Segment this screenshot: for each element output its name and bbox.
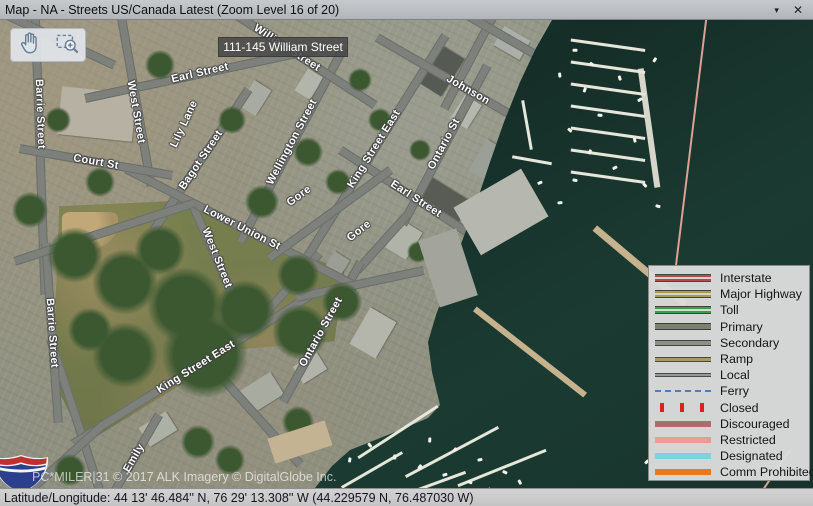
street-label: Gore [285,183,314,209]
legend-label: Ferry [720,384,749,398]
window-title: Map - NA - Streets US/Canada Latest (Zoo… [0,3,339,17]
tree-cluster [325,169,351,195]
tree-cluster [218,106,246,134]
legend-label: Restricted [720,433,776,447]
legend-label: Discouraged [720,417,790,431]
marquee-zoom-icon [54,30,80,61]
legend-swatch-ramp [655,357,711,362]
legend-swatch-solid [655,469,711,475]
legend-swatch-interstate [655,274,711,282]
boat [597,114,602,117]
legend-swatch-local [655,373,711,377]
map-canvas[interactable]: Barrie StreetWest StreetEarl StreetLily … [0,20,813,488]
tree-cluster [181,425,215,459]
legend-swatch-solid [655,421,711,427]
legend-swatch-primary [655,323,711,330]
hand-icon [17,30,43,61]
legend-item: Major Highway [649,286,809,302]
legend-swatch-toll [655,306,711,314]
address-tooltip: 111-145 William Street [218,37,348,57]
title-bar: Map - NA - Streets US/Canada Latest (Zoo… [0,0,813,20]
tree-cluster [163,313,248,398]
legend-swatch-major [655,290,711,298]
legend-swatch-closed [655,403,711,412]
status-bar: Latitude/Longitude: 44 13' 46.484'' N, 7… [0,488,813,506]
tree-cluster [68,308,112,352]
tree-cluster [273,305,328,360]
legend-item: Comm Prohibited [649,464,809,480]
tree-cluster [368,108,392,132]
tree-cluster [145,50,175,80]
legend-item: Interstate [649,270,809,286]
tree-cluster [85,167,115,197]
legend-label: Designated [720,449,783,463]
legend-item: Local [649,367,809,383]
street-label: Lily Lane [168,99,200,150]
boat [558,72,561,77]
street-label: Gore [345,218,374,244]
tree-cluster [293,137,323,167]
legend-label: Toll [720,303,739,317]
menu-chevron-down-icon[interactable]: ▾ [774,1,779,19]
map-toolbar [10,28,86,62]
legend-item: Ferry [649,383,809,399]
legend-item: Primary [649,319,809,335]
legend-swatch-solid [655,453,711,459]
close-icon[interactable]: ✕ [793,1,803,19]
legend-item: Designated [649,448,809,464]
legend-swatch-solid [655,437,711,443]
legend-swatch-ferry [655,390,711,392]
zoom-region-tool-button[interactable] [52,31,82,59]
legend-item: Restricted [649,432,809,448]
legend-item: Toll [649,302,809,318]
tree-cluster [135,225,185,275]
legend-label: Secondary [720,336,779,350]
legend-item: Secondary [649,335,809,351]
boat [573,49,578,52]
legend-item: Closed [649,400,809,416]
boat [394,454,397,459]
tree-cluster [277,254,319,296]
copyright-text: PC*MILER|31 © 2017 ALK Imagery © Digital… [32,470,336,484]
legend-label: Primary [720,320,763,334]
legend-label: Comm Prohibited [720,465,813,479]
legend-item: Ramp [649,351,809,367]
legend-label: Ramp [720,352,753,366]
legend-item: Discouraged [649,416,809,432]
tree-cluster [348,68,372,92]
legend-label: Local [720,368,750,382]
tree-cluster [45,107,71,133]
pan-tool-button[interactable] [15,31,45,59]
title-controls: ▾ ✕ [774,1,813,19]
map-window: Map - NA - Streets US/Canada Latest (Zoo… [0,0,813,506]
map-legend: Interstate Major Highway Toll Primary Second… [648,265,810,481]
tree-cluster [409,139,431,161]
tree-cluster [245,185,279,219]
legend-label: Major Highway [720,287,802,301]
latitude-longitude-readout: Latitude/Longitude: 44 13' 46.484'' N, 7… [0,491,474,505]
tree-cluster [322,282,362,322]
legend-label: Interstate [720,271,772,285]
tree-cluster [12,192,48,228]
legend-label: Closed [720,401,759,415]
legend-swatch-secondary [655,340,711,346]
boat [429,437,432,442]
